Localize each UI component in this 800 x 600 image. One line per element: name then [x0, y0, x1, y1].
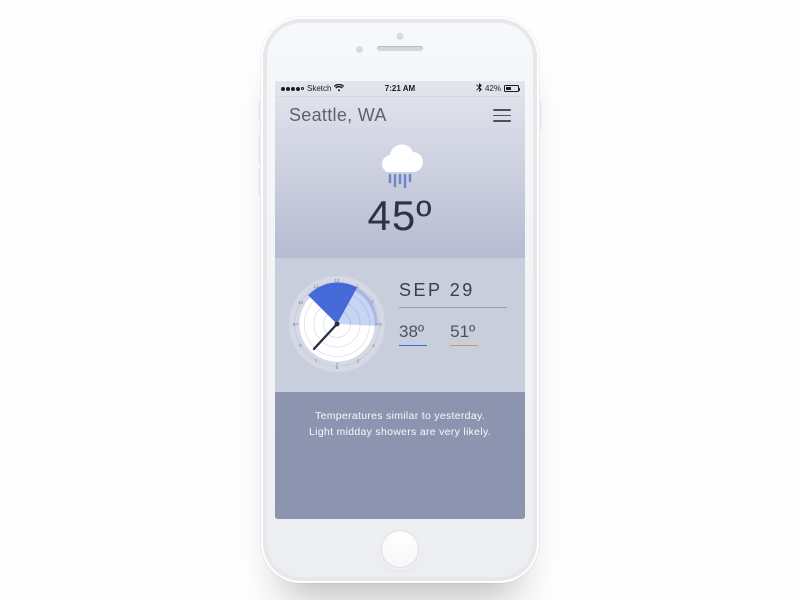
status-time: 7:21 AM: [385, 84, 415, 93]
location-label: Seattle, WA: [289, 105, 387, 126]
mute-switch: [258, 102, 261, 120]
high-temperature: 51º: [450, 322, 475, 346]
svg-text:9: 9: [292, 322, 295, 328]
phone-speaker: [377, 46, 423, 51]
app-header: Seattle, WA: [275, 97, 525, 132]
svg-text:6: 6: [336, 365, 339, 371]
front-camera: [356, 46, 363, 53]
svg-text:10: 10: [298, 300, 304, 306]
svg-text:3: 3: [379, 322, 382, 328]
volume-up-button: [258, 135, 261, 163]
status-bar: Sketch 7:21 AM 42%: [275, 81, 525, 97]
phone-screen: Sketch 7:21 AM 42% Seattle, WA: [275, 81, 525, 519]
current-temperature: 45º: [275, 192, 525, 240]
hamburger-menu-icon[interactable]: [493, 109, 511, 122]
battery-icon: [504, 85, 519, 92]
svg-text:7: 7: [315, 358, 318, 364]
wifi-icon: [334, 84, 344, 94]
forecast-date: SEP 29: [399, 280, 507, 308]
forecast-card: 12 1 2 3 4 5 6 7 8 9 10 11: [275, 258, 525, 392]
power-button: [539, 102, 542, 130]
proximity-sensor: [397, 33, 404, 40]
home-button[interactable]: [378, 527, 422, 571]
svg-text:4: 4: [372, 343, 375, 349]
low-temperature: 38º: [399, 322, 424, 346]
bluetooth-icon: [476, 83, 482, 94]
summary-line-2: Light midday showers are very likely.: [309, 426, 491, 438]
iphone-device-frame: Sketch 7:21 AM 42% Seattle, WA: [261, 17, 539, 583]
battery-percent: 42%: [485, 84, 501, 93]
current-weather-hero: 45º: [275, 132, 525, 258]
rain-cloud-icon: [275, 142, 525, 190]
summary-line-1: Temperatures similar to yesterday.: [315, 410, 485, 422]
svg-text:8: 8: [299, 343, 302, 349]
precipitation-clock-dial: 12 1 2 3 4 5 6 7 8 9 10 11: [289, 276, 385, 372]
carrier-label: Sketch: [307, 84, 331, 93]
signal-strength-icon: [281, 87, 304, 91]
svg-text:5: 5: [357, 358, 360, 364]
forecast-summary: Temperatures similar to yesterday. Light…: [275, 392, 525, 519]
volume-down-button: [258, 169, 261, 197]
